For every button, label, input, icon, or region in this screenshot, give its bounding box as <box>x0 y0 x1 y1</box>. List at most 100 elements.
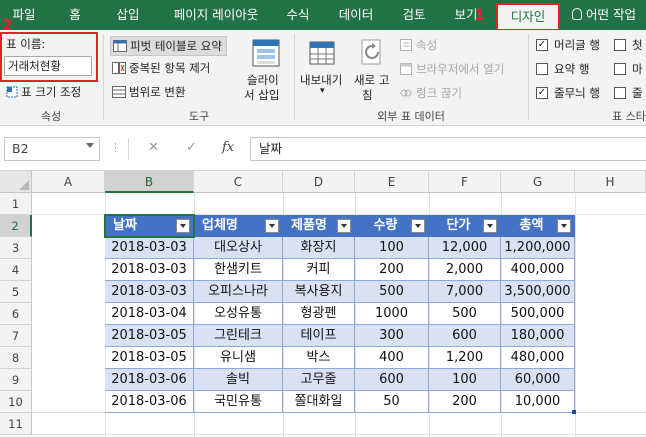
filter-dropdown-icon[interactable] <box>265 219 279 233</box>
name-box-dropdown-icon[interactable] <box>86 143 94 148</box>
header-row-checkbox[interactable]: ✓ <box>536 39 548 51</box>
table-cell-qty[interactable]: 500 <box>355 281 429 303</box>
tab-data[interactable]: 데이터 <box>332 0 380 30</box>
row-header-9[interactable]: 9 <box>0 369 32 391</box>
table-cell-total[interactable]: 500,000 <box>501 303 575 325</box>
table-cell-qty[interactable]: 600 <box>355 369 429 391</box>
table-cell-qty[interactable]: 1000 <box>355 303 429 325</box>
table-cell-product[interactable]: 테이프 <box>283 325 355 347</box>
row-header-3[interactable]: 3 <box>0 237 32 259</box>
table-cell-price[interactable]: 1,200 <box>429 347 501 369</box>
table-cell-total[interactable]: 480,000 <box>501 347 575 369</box>
enter-check-icon[interactable]: ✓ <box>186 140 197 155</box>
formula-input[interactable]: 날짜 <box>250 137 646 161</box>
table-cell-price[interactable]: 600 <box>429 325 501 347</box>
table-cell-qty[interactable]: 100 <box>355 237 429 259</box>
insert-slicer-button[interactable]: 슬라이 서 삽입 <box>244 36 288 106</box>
table-cell-price[interactable]: 7,000 <box>429 281 501 303</box>
last-column-checkbox[interactable] <box>614 63 626 75</box>
table-cell-company[interactable]: 오피스나라 <box>194 281 283 303</box>
table-cell-company[interactable]: 한샘키트 <box>194 259 283 281</box>
tab-home[interactable]: 홈 <box>60 0 90 30</box>
table-cell-product[interactable]: 커피 <box>283 259 355 281</box>
table-cell-product[interactable]: 화장지 <box>283 237 355 259</box>
table-cell-qty[interactable]: 50 <box>355 391 429 413</box>
properties-button[interactable]: 속성 <box>400 37 437 53</box>
filter-dropdown-icon[interactable] <box>411 219 425 233</box>
table-cell-price[interactable]: 500 <box>429 303 501 325</box>
column-header-g[interactable]: G <box>501 171 575 193</box>
row-header-6[interactable]: 6 <box>0 303 32 325</box>
row-header-4[interactable]: 4 <box>0 259 32 281</box>
column-header-b[interactable]: B <box>105 171 194 193</box>
table-cell-price[interactable]: 12,000 <box>429 237 501 259</box>
tab-insert[interactable]: 삽입 <box>108 0 148 30</box>
filter-dropdown-icon[interactable] <box>337 219 351 233</box>
table-header-price[interactable]: 단가 <box>429 215 501 237</box>
table-cell-total[interactable]: 60,000 <box>501 369 575 391</box>
row-header-2[interactable]: 2 <box>0 215 32 237</box>
name-box[interactable]: B2 <box>4 137 100 161</box>
table-header-qty[interactable]: 수량 <box>355 215 429 237</box>
column-header-c[interactable]: C <box>194 171 283 193</box>
tab-page-layout[interactable]: 페이지 레이아웃 <box>164 0 268 30</box>
table-cell-price[interactable]: 200 <box>429 391 501 413</box>
tab-review[interactable]: 검토 <box>396 0 432 30</box>
filter-dropdown-icon[interactable] <box>557 219 571 233</box>
row-header-1[interactable]: 1 <box>0 193 32 215</box>
table-cell-product[interactable]: 복사용지 <box>283 281 355 303</box>
table-cell-company[interactable]: 유니샘 <box>194 347 283 369</box>
table-cell-date[interactable]: 2018-03-03 <box>105 281 194 303</box>
remove-duplicates-button[interactable]: 중복된 항목 제거 <box>112 60 210 76</box>
table-cell-price[interactable]: 100 <box>429 369 501 391</box>
column-header-f[interactable]: F <box>429 171 501 193</box>
table-cell-product[interactable]: 형광펜 <box>283 303 355 325</box>
table-header-company[interactable]: 업체명 <box>194 215 283 237</box>
table-resize-handle[interactable] <box>572 410 576 414</box>
table-cell-total[interactable]: 1,200,000 <box>501 237 575 259</box>
table-cell-total[interactable]: 400,000 <box>501 259 575 281</box>
table-cell-company[interactable]: 국민유통 <box>194 391 283 413</box>
export-button[interactable]: 내보내기 ▾ <box>298 36 348 106</box>
column-header-e[interactable]: E <box>355 171 429 193</box>
table-cell-company[interactable]: 그린테크 <box>194 325 283 347</box>
table-cell-date[interactable]: 2018-03-05 <box>105 325 194 347</box>
table-header-date[interactable]: 날짜 <box>105 215 194 237</box>
first-column-checkbox[interactable] <box>614 39 626 51</box>
tab-design[interactable]: 디자인 <box>496 3 560 31</box>
table-cell-total[interactable]: 10,000 <box>501 391 575 413</box>
table-cell-product[interactable]: 박스 <box>283 347 355 369</box>
select-all-button[interactable] <box>0 171 32 193</box>
table-cell-qty[interactable]: 300 <box>355 325 429 347</box>
column-header-a[interactable]: A <box>32 171 105 193</box>
table-header-total[interactable]: 총액 <box>501 215 575 237</box>
table-cell-date[interactable]: 2018-03-06 <box>105 369 194 391</box>
tab-formulas[interactable]: 수식 <box>280 0 316 30</box>
table-cell-date[interactable]: 2018-03-03 <box>105 259 194 281</box>
table-cell-date[interactable]: 2018-03-06 <box>105 391 194 413</box>
table-cell-company[interactable]: 솔빅 <box>194 369 283 391</box>
table-cell-price[interactable]: 2,000 <box>429 259 501 281</box>
table-cell-date[interactable]: 2018-03-03 <box>105 237 194 259</box>
total-row-checkbox[interactable] <box>536 63 548 75</box>
filter-dropdown-icon[interactable] <box>176 219 190 233</box>
resize-table-button[interactable]: 표 크기 조정 <box>6 84 81 100</box>
banded-rows-checkbox[interactable]: ✓ <box>536 87 548 99</box>
filter-dropdown-icon[interactable] <box>483 219 497 233</box>
row-header-10[interactable]: 10 <box>0 391 32 413</box>
row-header-5[interactable]: 5 <box>0 281 32 303</box>
banded-columns-checkbox[interactable] <box>614 87 626 99</box>
table-cell-total[interactable]: 180,000 <box>501 325 575 347</box>
table-header-product[interactable]: 제품명 <box>283 215 355 237</box>
table-cell-date[interactable]: 2018-03-05 <box>105 347 194 369</box>
table-cell-qty[interactable]: 400 <box>355 347 429 369</box>
convert-to-range-button[interactable]: 범위로 변환 <box>112 84 186 100</box>
pivot-summary-button[interactable]: 피벗 테이블로 요약 <box>110 36 227 56</box>
table-cell-company[interactable]: 대오상사 <box>194 237 283 259</box>
column-header-d[interactable]: D <box>283 171 355 193</box>
table-cell-product[interactable]: 고무줄 <box>283 369 355 391</box>
table-cell-product[interactable]: 쫄대화일 <box>283 391 355 413</box>
open-in-browser-button[interactable]: 브라우저에서 열기 <box>400 61 504 77</box>
refresh-button[interactable]: 새로 고 침 <box>352 36 396 106</box>
table-cell-company[interactable]: 오성유통 <box>194 303 283 325</box>
